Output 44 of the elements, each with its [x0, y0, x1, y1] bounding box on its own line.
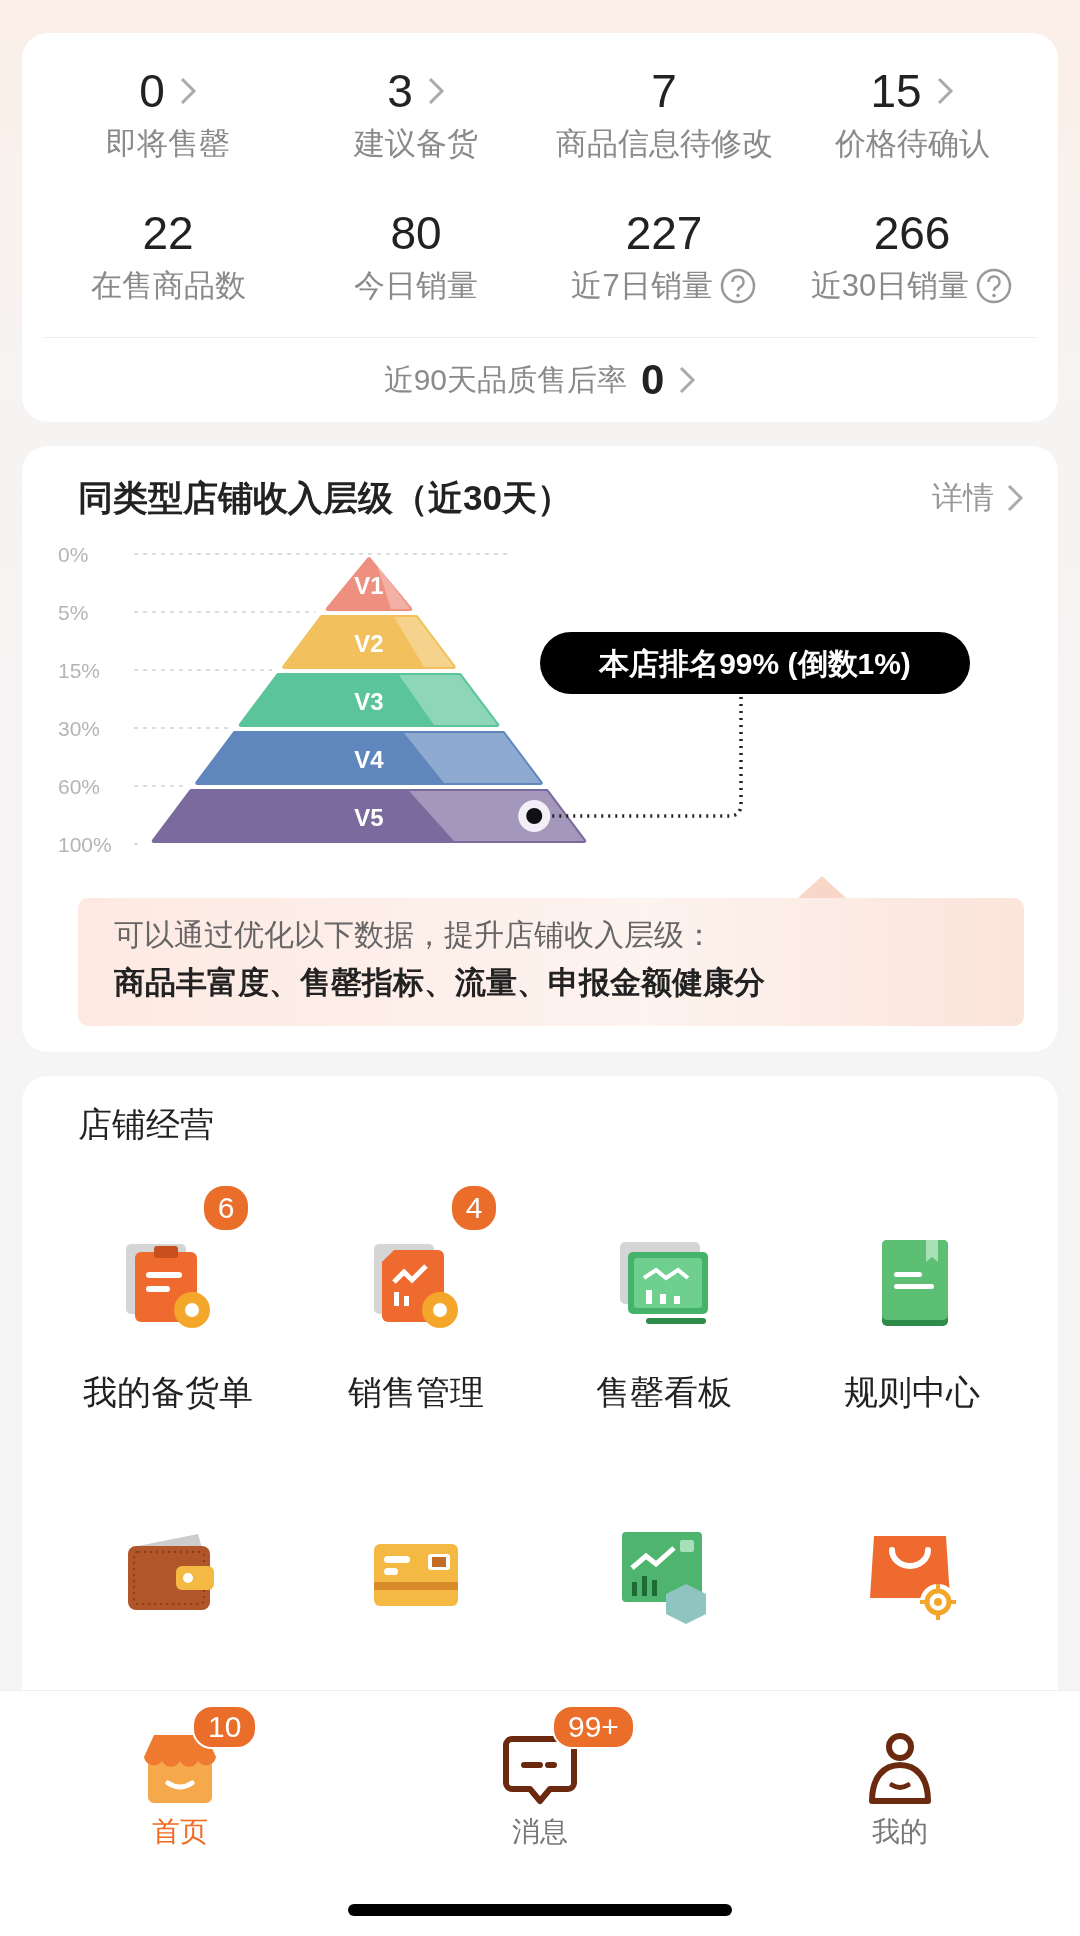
stat-value: 7: [651, 64, 677, 118]
tier-axis-label: 5%: [58, 601, 89, 624]
stat-value: 0: [139, 64, 165, 118]
pyramid-tier: V5: [151, 789, 587, 843]
count-badge: 6: [202, 1184, 250, 1232]
count-badge: 10: [192, 1705, 258, 1749]
stat-value: 22: [142, 206, 194, 260]
stat-label: 近30日销量: [810, 267, 970, 305]
pyramid-tier: V4: [195, 731, 543, 785]
section-title: 店铺经营: [77, 1104, 215, 1145]
stat-label: 今日销量: [354, 267, 478, 305]
tier-axis-label: 100%: [58, 833, 112, 856]
stat-label: 在售商品数: [90, 267, 246, 305]
tool-label[interactable]: 销售管理: [348, 1370, 484, 1416]
tier-axis-label: 15%: [58, 659, 101, 682]
tip-text: 可以通过优化以下数据，提升店铺收入层级：: [114, 917, 714, 953]
tier-axis-label: 0%: [58, 544, 89, 566]
tier-axis-label: 30%: [58, 717, 101, 740]
stat-value: 15: [870, 64, 922, 118]
tool-label[interactable]: 我的备货单: [83, 1370, 253, 1416]
count-badge: 4: [450, 1184, 498, 1232]
rank-tooltip: 本店排名99% (倒数1%): [540, 632, 970, 694]
stat-label: 即将售罄: [106, 125, 230, 163]
section-title: 同类型店铺收入层级（近30天）: [78, 476, 572, 519]
count-badge: 99+: [552, 1705, 635, 1749]
stat-label: 近7日销量: [571, 267, 713, 305]
stat-label: 商品信息待修改: [555, 125, 773, 163]
tool-label[interactable]: 规则中心: [844, 1370, 980, 1416]
tool-label[interactable]: 售罄看板: [596, 1370, 732, 1416]
stat-value: 80: [390, 206, 442, 260]
stat-label: 建议备货: [354, 125, 478, 163]
quality-value: 0: [641, 356, 665, 404]
tier-axis-label: 60%: [58, 775, 101, 798]
stat-value: 266: [873, 206, 951, 260]
pyramid-tier: V1: [325, 557, 413, 611]
quality-label: 近90天品质售后率: [383, 361, 627, 398]
tab[interactable]: 我的: [872, 1813, 928, 1851]
stat-label: 价格待确认: [834, 125, 990, 163]
pyramid-tier: V3: [238, 673, 500, 727]
stat-value: 3: [387, 64, 413, 118]
tip-metrics: 商品丰富度、售罄指标、流量、申报金额健康分: [114, 964, 766, 1002]
tab[interactable]: 消息: [512, 1813, 568, 1851]
stat-value: 227: [625, 206, 703, 260]
pyramid-tier: V2: [282, 615, 456, 669]
